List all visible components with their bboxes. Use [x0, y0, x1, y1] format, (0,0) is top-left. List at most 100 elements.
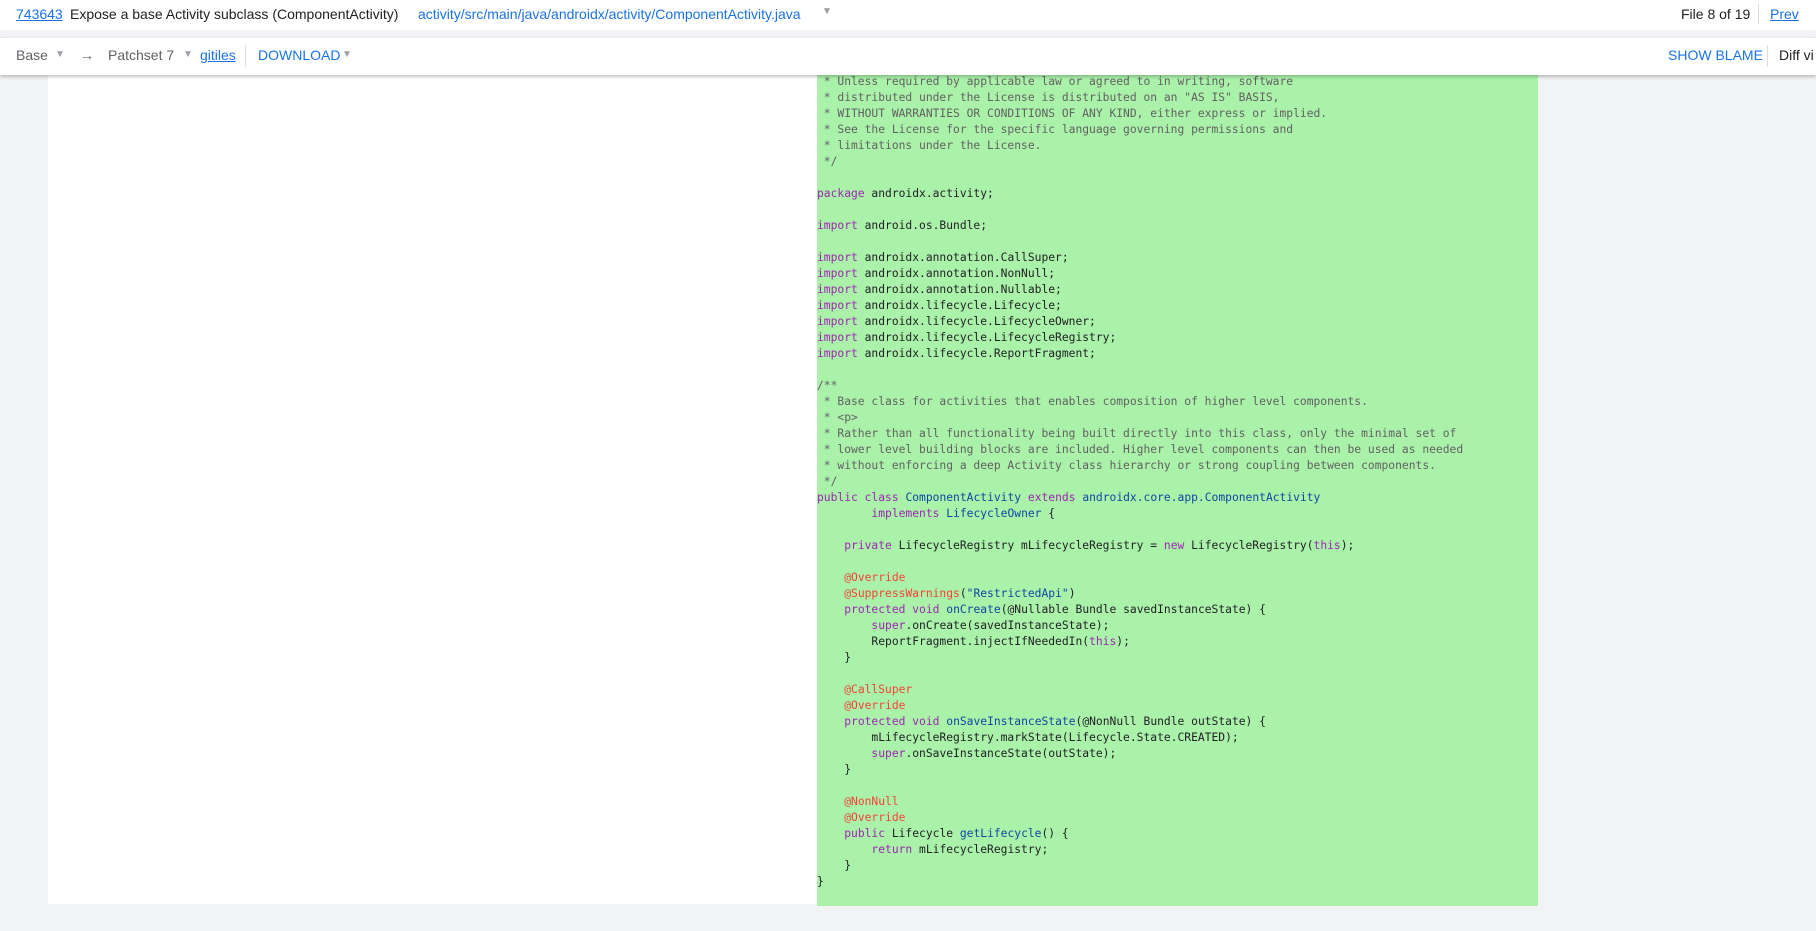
code-token: * Rather than all functionality being bu…: [817, 427, 1457, 440]
diff-row: 53 }: [48, 762, 1538, 778]
added-code-line: * distributed under the License is distr…: [817, 90, 1538, 106]
diff-row: 11 * distributed under the License is di…: [48, 90, 1538, 106]
diff-row: 49 @Override: [48, 698, 1538, 714]
diff-row: 46 }: [48, 650, 1538, 666]
added-code-line: [817, 778, 1538, 794]
code-token: @SuppressWarnings: [844, 587, 960, 600]
diff-view-select[interactable]: Diff vi: [1779, 47, 1814, 63]
added-code-line: @Override: [817, 570, 1538, 586]
added-code-line: }: [817, 762, 1538, 778]
code-token: * See the License for the specific langu…: [817, 123, 1294, 136]
code-token: }: [817, 651, 852, 664]
chevron-down-icon[interactable]: ▼: [822, 6, 832, 17]
added-code-line: import androidx.annotation.CallSuper;: [817, 250, 1538, 266]
code-token: androidx.annotation.Nullable;: [857, 283, 1062, 296]
code-token: androidx.lifecycle.LifecycleOwner;: [857, 315, 1096, 328]
code-token: * limitations under the License.: [817, 139, 1042, 152]
diff-row: 23import androidx.annotation.Nullable;: [48, 282, 1538, 298]
added-code-line: implements LifecycleOwner {: [817, 506, 1538, 522]
base-select[interactable]: Base: [16, 47, 48, 63]
code-token: LifecycleRegistry mLifecycleRegistry =: [891, 539, 1164, 552]
diff-row: 21import androidx.annotation.CallSuper;: [48, 250, 1538, 266]
added-code-line: public Lifecycle getLifecycle() {: [817, 826, 1538, 842]
added-code-line: }: [817, 650, 1538, 666]
code-token: @Override: [844, 811, 906, 824]
download-button[interactable]: DOWNLOAD: [258, 47, 340, 63]
diff-row: 20: [48, 234, 1538, 250]
code-token: this: [1313, 539, 1341, 552]
diff-row: 12 * WITHOUT WARRANTIES OR CONDITIONS OF…: [48, 106, 1538, 122]
code-token: androidx.lifecycle.ReportFragment;: [857, 347, 1096, 360]
diff-row: 31 * <p>: [48, 410, 1538, 426]
diff-row: 17package androidx.activity;: [48, 186, 1538, 202]
added-code-line: * WITHOUT WARRANTIES OR CONDITIONS OF AN…: [817, 106, 1538, 122]
diff-row: 42 @SuppressWarnings("RestrictedApi"): [48, 586, 1538, 602]
show-blame-button[interactable]: SHOW BLAME: [1668, 47, 1763, 63]
diff-row: 22import androidx.annotation.NonNull;: [48, 266, 1538, 282]
chevron-down-icon[interactable]: ▼: [183, 49, 193, 60]
divider: [1758, 4, 1759, 24]
added-code-line: * lower level building blocks are includ…: [817, 442, 1538, 458]
diff-row: 14 * limitations under the License.: [48, 138, 1538, 154]
diff-row: 26import androidx.lifecycle.LifecycleReg…: [48, 330, 1538, 346]
diff-row: 18: [48, 202, 1538, 218]
code-token: ): [1068, 587, 1076, 600]
code-token: * lower level building blocks are includ…: [817, 443, 1464, 456]
code-token: * without enforcing a deep Activity clas…: [817, 459, 1436, 472]
code-token: import: [817, 251, 858, 264]
code-token: new: [1163, 539, 1185, 552]
code-token: import: [817, 331, 858, 344]
diff-row: 51 mLifecycleRegistry.markState(Lifecycl…: [48, 730, 1538, 746]
change-number-link[interactable]: 743643: [16, 6, 63, 22]
diff-row: 44 super.onCreate(savedInstanceState);: [48, 618, 1538, 634]
added-code-line: ReportFragment.injectIfNeededIn(this);: [817, 634, 1538, 650]
chevron-down-icon[interactable]: ▼: [342, 49, 352, 60]
code-token: this: [1089, 635, 1117, 648]
added-code-line: import androidx.lifecycle.Lifecycle;: [817, 298, 1538, 314]
added-code-line: import android.os.Bundle;: [817, 218, 1538, 234]
diff-row: 58 return mLifecycleRegistry;: [48, 842, 1538, 858]
code-token: androidx.activity;: [864, 187, 994, 200]
code-token: * <p>: [817, 411, 858, 424]
divider: [245, 45, 246, 67]
added-code-line: mLifecycleRegistry.markState(Lifecycle.S…: [817, 730, 1538, 746]
code-token: super: [871, 747, 906, 760]
change-header: 743643 Expose a base Activity subclass (…: [0, 0, 1816, 30]
code-token: * Unless required by applicable law or a…: [817, 75, 1294, 88]
code-token: (@NonNull Bundle outState) {: [1075, 715, 1266, 728]
code-token: .onSaveInstanceState(outState);: [905, 747, 1117, 760]
diff-toolbar: Base ▼ → Patchset 7 ▼ gitiles DOWNLOAD ▼…: [0, 37, 1816, 75]
code-token: import: [817, 347, 858, 360]
diff-row: 52 super.onSaveInstanceState(outState);: [48, 746, 1538, 762]
code-token: ReportFragment.injectIfNeededIn(: [817, 635, 1090, 648]
added-code-line: [817, 362, 1538, 378]
added-code-line: [817, 234, 1538, 250]
prev-file-link[interactable]: Prev: [1770, 6, 1799, 22]
arrow-right-icon: →: [80, 47, 94, 63]
patchset-select[interactable]: Patchset 7: [108, 47, 174, 63]
chevron-down-icon[interactable]: ▼: [55, 49, 65, 60]
added-code-line: @SuppressWarnings("RestrictedApi"): [817, 586, 1538, 602]
diff-row: 38: [48, 522, 1538, 538]
code-token: public: [817, 491, 858, 504]
added-code-line: protected void onSaveInstanceState(@NonN…: [817, 714, 1538, 730]
code-token: import: [817, 219, 858, 232]
code-token: {: [1041, 507, 1056, 520]
code-token: mLifecycleRegistry.markState(Lifecycle.S…: [817, 731, 1239, 744]
added-code-line: return mLifecycleRegistry;: [817, 842, 1538, 858]
code-token: * distributed under the License is distr…: [817, 91, 1280, 104]
code-token: @CallSuper: [844, 683, 913, 696]
added-code-line: */: [817, 474, 1538, 490]
diff-row: 56 @Override: [48, 810, 1538, 826]
file-path-dropdown[interactable]: activity/src/main/java/androidx/activity…: [418, 6, 801, 22]
added-code-line: super.onSaveInstanceState(outState);: [817, 746, 1538, 762]
diff-row: 34 * without enforcing a deep Activity c…: [48, 458, 1538, 474]
added-code-line: * Base class for activities that enables…: [817, 394, 1538, 410]
gitiles-link[interactable]: gitiles: [200, 47, 236, 63]
code-token: implements: [871, 507, 940, 520]
